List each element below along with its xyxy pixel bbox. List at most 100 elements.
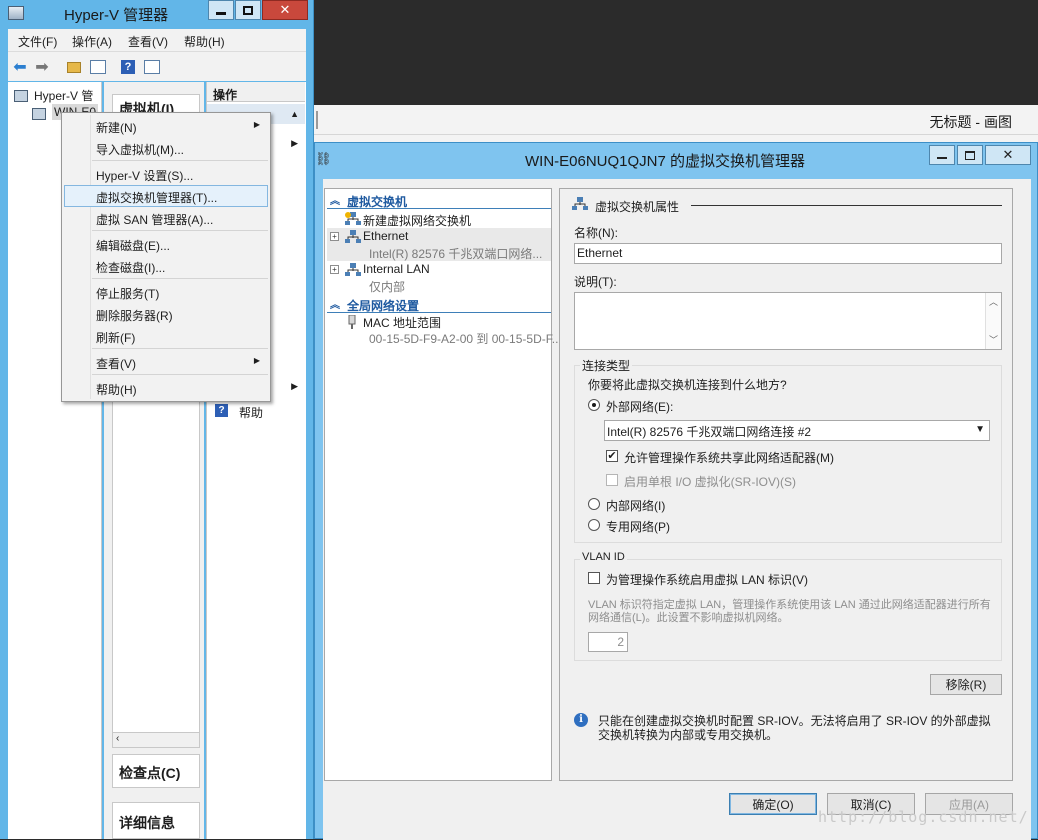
internal-network-label: 内部网络(I)	[606, 499, 666, 513]
action-pane-icon[interactable]	[142, 57, 162, 77]
switch-name: Ethernet	[363, 229, 409, 243]
properties-header: 虚拟交换机属性	[595, 200, 680, 214]
sriov-info-text: 只能在创建虚拟交换机时配置 SR-IOV。无法将启用了 SR-IOV 的外部虚拟…	[598, 714, 991, 742]
hyperv-menubar: 文件(F) 操作(A) 查看(V) 帮助(H)	[8, 29, 306, 51]
vlan-enable-checkbox[interactable]	[588, 572, 600, 584]
menu-view[interactable]: 查看(V)	[128, 33, 168, 50]
network-adapter-select[interactable]: Intel(R) 82576 千兆双端口网络连接 #2 ▼	[604, 420, 990, 441]
name-input[interactable]: Ethernet	[574, 243, 1002, 264]
ctx-label: 查看(V)	[96, 357, 136, 371]
watermark-text: http://blog.csdn.net/	[818, 808, 1029, 826]
ctx-label: 虚拟交换机管理器(T)...	[96, 191, 218, 205]
hyperv-minimize-button[interactable]	[208, 0, 234, 20]
menu-file[interactable]: 文件(F)	[18, 33, 57, 50]
network-switch-icon	[345, 230, 361, 244]
show-hide-console-icon[interactable]	[88, 57, 108, 77]
sriov-checkbox[interactable]	[606, 474, 618, 486]
remove-button[interactable]: 移除(R)	[930, 674, 1002, 695]
details-panel-header: 详细信息	[112, 802, 200, 839]
actions-help-link[interactable]: 帮助	[239, 404, 263, 421]
hyperv-root-icon	[14, 90, 28, 102]
expand-icon[interactable]: +	[330, 232, 339, 241]
collapse-up-icon[interactable]: ▲	[290, 109, 299, 119]
submenu-arrow-icon: ▶	[253, 356, 260, 365]
help-icon[interactable]: ?	[118, 57, 138, 77]
actions-header: 操作	[207, 82, 305, 102]
ctx-help[interactable]: 帮助(H)	[64, 377, 268, 399]
expand-icon[interactable]: +	[330, 265, 339, 274]
dialog-minimize-button[interactable]	[929, 145, 955, 165]
ctx-inspect-disk[interactable]: 检查磁盘(I)...	[64, 255, 268, 277]
notes-label: 说明(T):	[574, 275, 617, 289]
dialog-body: ︽ 虚拟交换机 新建虚拟网络交换机 + Ethernet Intel(R) 82…	[323, 179, 1031, 840]
forward-arrow-icon[interactable]: ➡	[32, 57, 52, 77]
section-label: 全局网络设置	[347, 299, 420, 313]
switch-list-pane: ︽ 虚拟交换机 新建虚拟网络交换机 + Ethernet Intel(R) 82…	[324, 188, 562, 781]
internal-network-radio[interactable]	[588, 498, 600, 510]
allow-mgmt-os-checkbox[interactable]: ✔	[606, 450, 618, 462]
collapse-chevron-icon: ︽	[330, 300, 340, 311]
ctx-import-vm[interactable]: 导入虚拟机(M)...	[64, 137, 268, 159]
notes-textarea[interactable]: ︿ ﹀	[574, 292, 1002, 350]
scroll-up-icon[interactable]: ︿	[989, 295, 998, 308]
notes-scrollbar[interactable]: ︿ ﹀	[985, 293, 1001, 349]
sriov-label: 启用单根 I/O 虚拟化(SR-IOV)(S)	[624, 475, 796, 489]
paint-edge	[316, 111, 318, 129]
tree-root-label[interactable]: Hyper-V 管	[34, 87, 93, 104]
submenu-arrow-icon: ▶	[291, 381, 298, 391]
mac-address-range-item[interactable]: MAC 地址范围 00-15-5D-F9-A2-00 到 00-15-5D-F.…	[327, 313, 562, 346]
switch-detail: 仅内部	[369, 280, 406, 294]
ctx-hyperv-settings[interactable]: Hyper-V 设置(S)...	[64, 163, 268, 185]
vlan-group-label: VLAN ID	[580, 551, 627, 563]
ctx-label: 检查磁盘(I)...	[96, 261, 166, 275]
back-arrow-icon[interactable]: ⬅	[10, 57, 30, 77]
switch-properties-pane: 虚拟交换机属性 名称(N): Ethernet 说明(T): ︿ ﹀ 连接类型 …	[559, 188, 1013, 781]
section-label: 虚拟交换机	[347, 195, 408, 209]
section-virtual-switches[interactable]: ︽ 虚拟交换机	[327, 191, 551, 209]
info-icon: i	[574, 713, 588, 727]
connection-type-label: 连接类型	[580, 357, 633, 374]
switch-item-internal-lan[interactable]: + Internal LAN 仅内部	[327, 261, 551, 294]
dialog-close-button[interactable]: ✕	[985, 145, 1031, 165]
ctx-stop-service[interactable]: 停止服务(T)	[64, 281, 268, 303]
menu-action[interactable]: 操作(A)	[72, 33, 112, 50]
scroll-down-icon[interactable]: ﹀	[989, 333, 998, 346]
scroll-left-icon[interactable]: ‹	[116, 733, 119, 744]
submenu-arrow-icon: ▶	[253, 120, 260, 129]
ctx-refresh[interactable]: 刷新(F)	[64, 325, 268, 347]
hyperv-maximize-button[interactable]	[235, 0, 261, 20]
name-label: 名称(N):	[574, 226, 618, 240]
hyperv-close-button[interactable]: ✕	[262, 0, 308, 20]
ctx-label: 新建(N)	[96, 121, 137, 135]
ctx-edit-disk[interactable]: 编辑磁盘(E)...	[64, 233, 268, 255]
folder-up-icon[interactable]	[64, 57, 84, 77]
vlan-id-input[interactable]: 2	[588, 632, 628, 652]
ctx-new[interactable]: 新建(N) ▶	[64, 115, 268, 137]
dialog-maximize-button[interactable]	[957, 145, 983, 165]
external-network-radio[interactable]	[588, 399, 600, 411]
close-icon: ✕	[1002, 147, 1014, 162]
vm-list-hscrollbar[interactable]: ‹	[112, 732, 200, 748]
ctx-label: 停止服务(T)	[96, 287, 160, 301]
dialog-title: WIN-E06NUQ1QJN7 的虚拟交换机管理器	[525, 153, 806, 170]
ctx-vswitch-manager[interactable]: 虚拟交换机管理器(T)...	[64, 185, 268, 207]
ctx-remove-server[interactable]: 删除服务器(R)	[64, 303, 268, 325]
adapter-selected-value: Intel(R) 82576 千兆双端口网络连接 #2	[607, 425, 812, 439]
switch-item-ethernet[interactable]: + Ethernet Intel(R) 82576 千兆双端口网络...	[327, 228, 551, 261]
menu-help[interactable]: 帮助(H)	[184, 33, 225, 50]
ctx-vsan-manager[interactable]: 虚拟 SAN 管理器(A)...	[64, 207, 268, 229]
menu-separator	[92, 230, 268, 231]
hyperv-titlebar: Hyper-V 管理器 ✕	[0, 0, 314, 28]
switch-properties-icon	[572, 197, 588, 214]
collapse-chevron-icon: ︽	[330, 196, 340, 207]
hyperv-toolbar: ⬅ ➡ ?	[8, 51, 306, 81]
chevron-down-icon[interactable]: ▼	[975, 424, 985, 435]
minimize-icon	[216, 11, 226, 15]
ok-button[interactable]: 确定(O)	[729, 793, 817, 815]
private-network-radio[interactable]	[588, 519, 600, 531]
vlan-description: VLAN 标识符指定虚拟 LAN，管理操作系统使用该 LAN 通过此网络适配器进…	[588, 599, 991, 624]
ctx-label: 删除服务器(R)	[96, 309, 173, 323]
section-global-network-settings[interactable]: ︽ 全局网络设置	[327, 295, 551, 313]
new-virtual-switch-item[interactable]: 新建虚拟网络交换机	[327, 210, 551, 228]
ctx-view[interactable]: 查看(V) ▶	[64, 351, 268, 373]
